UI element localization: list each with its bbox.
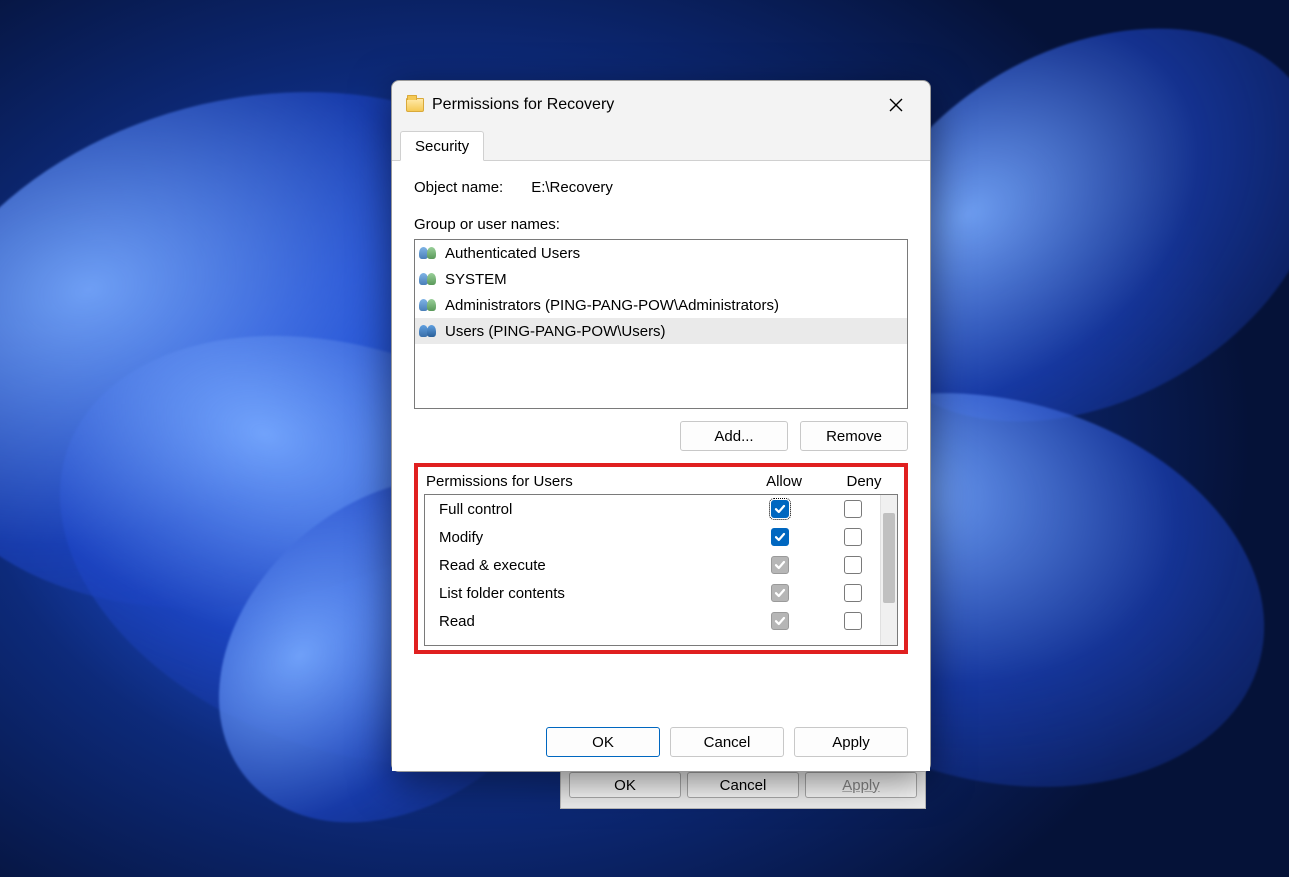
list-item[interactable]: Administrators (PING-PANG-POW\Administra…: [415, 292, 907, 318]
parent-apply-button: Apply: [805, 772, 917, 798]
users-icon: [419, 271, 439, 287]
checkbox[interactable]: [844, 528, 862, 546]
permission-label: Read: [425, 613, 734, 630]
allow-cell: [734, 612, 826, 630]
close-button[interactable]: [874, 90, 918, 120]
list-item[interactable]: SYSTEM: [415, 266, 907, 292]
users-icon: [419, 245, 439, 261]
list-item-label: Users (PING-PANG-POW\Users): [445, 323, 666, 340]
parent-cancel-button[interactable]: Cancel: [687, 772, 799, 798]
tab-security[interactable]: Security: [400, 131, 484, 161]
list-item[interactable]: Authenticated Users: [415, 240, 907, 266]
checkbox[interactable]: [771, 612, 789, 630]
apply-button[interactable]: Apply: [794, 727, 908, 757]
parent-dialog-button-row: OK Cancel Apply: [560, 766, 926, 809]
permission-row: Modify: [425, 523, 880, 551]
tab-content: Object name: E:\Recovery Group or user n…: [392, 161, 930, 771]
permission-label: Full control: [425, 501, 734, 518]
permissions-list: Full control Modify Read & execute List fol…: [424, 494, 898, 646]
list-item-label: SYSTEM: [445, 271, 507, 288]
group-label: Group or user names:: [414, 216, 908, 233]
remove-button[interactable]: Remove: [800, 421, 908, 451]
permission-row: Read: [425, 607, 880, 635]
checkbox[interactable]: [844, 500, 862, 518]
object-name-label: Object name:: [414, 179, 503, 196]
list-item[interactable]: Users (PING-PANG-POW\Users): [415, 318, 907, 344]
allow-header: Allow: [738, 473, 830, 490]
tab-row: Security: [392, 129, 930, 161]
checkbox[interactable]: [771, 584, 789, 602]
list-item-label: Administrators (PING-PANG-POW\Administra…: [445, 297, 779, 314]
parent-ok-button[interactable]: OK: [569, 772, 681, 798]
checkbox[interactable]: [844, 556, 862, 574]
permissions-scrollbar[interactable]: [880, 495, 897, 645]
close-icon: [889, 98, 903, 112]
cancel-button[interactable]: Cancel: [670, 727, 784, 757]
add-button[interactable]: Add...: [680, 421, 788, 451]
deny-cell: [826, 500, 880, 518]
permission-row: List folder contents: [425, 579, 880, 607]
users-icon: [419, 297, 439, 313]
permissions-highlight-box: Permissions for Users Allow Deny Full co…: [414, 463, 908, 654]
checkbox[interactable]: [844, 612, 862, 630]
deny-cell: [826, 584, 880, 602]
permission-label: Read & execute: [425, 557, 734, 574]
permissions-title: Permissions for Users: [424, 473, 738, 490]
checkbox[interactable]: [844, 584, 862, 602]
checkbox[interactable]: [771, 556, 789, 574]
object-path: E:\Recovery: [531, 179, 613, 196]
titlebar[interactable]: Permissions for Recovery: [392, 81, 930, 129]
allow-cell: [734, 500, 826, 518]
permission-row: Read & execute: [425, 551, 880, 579]
permission-row: Full control: [425, 495, 880, 523]
deny-cell: [826, 556, 880, 574]
window-title: Permissions for Recovery: [432, 96, 614, 114]
allow-cell: [734, 584, 826, 602]
deny-cell: [826, 612, 880, 630]
permission-label: Modify: [425, 529, 734, 546]
group-listbox[interactable]: Authenticated Users SYSTEM Administrators …: [414, 239, 908, 409]
allow-cell: [734, 556, 826, 574]
list-item-label: Authenticated Users: [445, 245, 580, 262]
allow-cell: [734, 528, 826, 546]
deny-header: Deny: [830, 473, 898, 490]
users-icon: [419, 323, 439, 339]
permissions-dialog: Permissions for Recovery Security Object…: [391, 80, 931, 772]
checkbox[interactable]: [771, 528, 789, 546]
permission-label: List folder contents: [425, 585, 734, 602]
ok-button[interactable]: OK: [546, 727, 660, 757]
deny-cell: [826, 528, 880, 546]
checkbox[interactable]: [771, 500, 789, 518]
folder-icon: [406, 98, 424, 112]
scrollbar-thumb[interactable]: [883, 513, 895, 603]
